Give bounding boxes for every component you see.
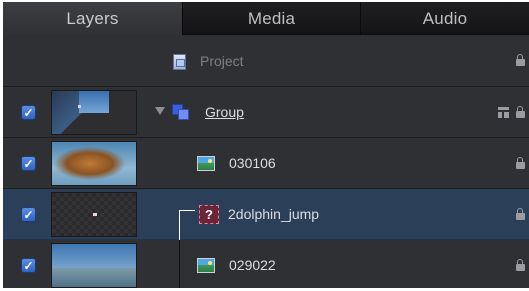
visibility-checkbox[interactable]: ✓ [21, 207, 36, 222]
layer-row-030106[interactable]: ✓ 030106 [3, 138, 529, 189]
missing-media-icon: ? [199, 205, 219, 224]
callout-line-connector [179, 210, 195, 211]
lock-icon[interactable] [516, 157, 525, 169]
layer-row-group[interactable]: ✓ Group [3, 87, 529, 138]
tab-bar: Layers Media Audio [3, 2, 529, 35]
lock-icon[interactable] [516, 259, 525, 271]
visibility-checkbox[interactable]: ✓ [21, 105, 36, 120]
layer-name: 029022 [229, 257, 276, 273]
callout-line-highlight [179, 210, 180, 240]
layer-row-2dolphin-jump[interactable]: ✓ ? 2dolphin_jump [3, 189, 529, 240]
layers-panel: Layers Media Audio Project ✓ Group ✓ 030… [3, 2, 529, 288]
visibility-checkbox[interactable]: ✓ [21, 156, 36, 171]
lock-icon[interactable] [516, 208, 525, 220]
lock-icon[interactable] [516, 54, 525, 66]
layer-row-029022[interactable]: ✓ 029022 [3, 240, 529, 288]
layer-name: Group [205, 104, 244, 120]
disclosure-triangle-icon[interactable] [155, 107, 165, 115]
group-icon [172, 104, 190, 120]
visibility-checkbox[interactable]: ✓ [21, 258, 36, 273]
dolphins-thumbnail [51, 243, 137, 288]
group-thumbnail [51, 90, 137, 135]
layer-name: Project [200, 53, 244, 69]
lock-icon[interactable] [516, 106, 525, 118]
group-options-icon[interactable] [498, 107, 509, 118]
tab-layers[interactable]: Layers [3, 2, 183, 35]
layer-row-project[interactable]: Project [3, 35, 529, 87]
project-icon [173, 54, 186, 70]
tab-audio[interactable]: Audio [361, 2, 529, 35]
tiger-thumbnail [51, 141, 137, 186]
image-icon [197, 258, 215, 273]
layer-name: 030106 [229, 155, 276, 171]
layer-name: 2dolphin_jump [228, 206, 320, 222]
tab-media[interactable]: Media [183, 2, 361, 35]
image-icon [197, 156, 215, 171]
empty-thumbnail [51, 192, 137, 237]
